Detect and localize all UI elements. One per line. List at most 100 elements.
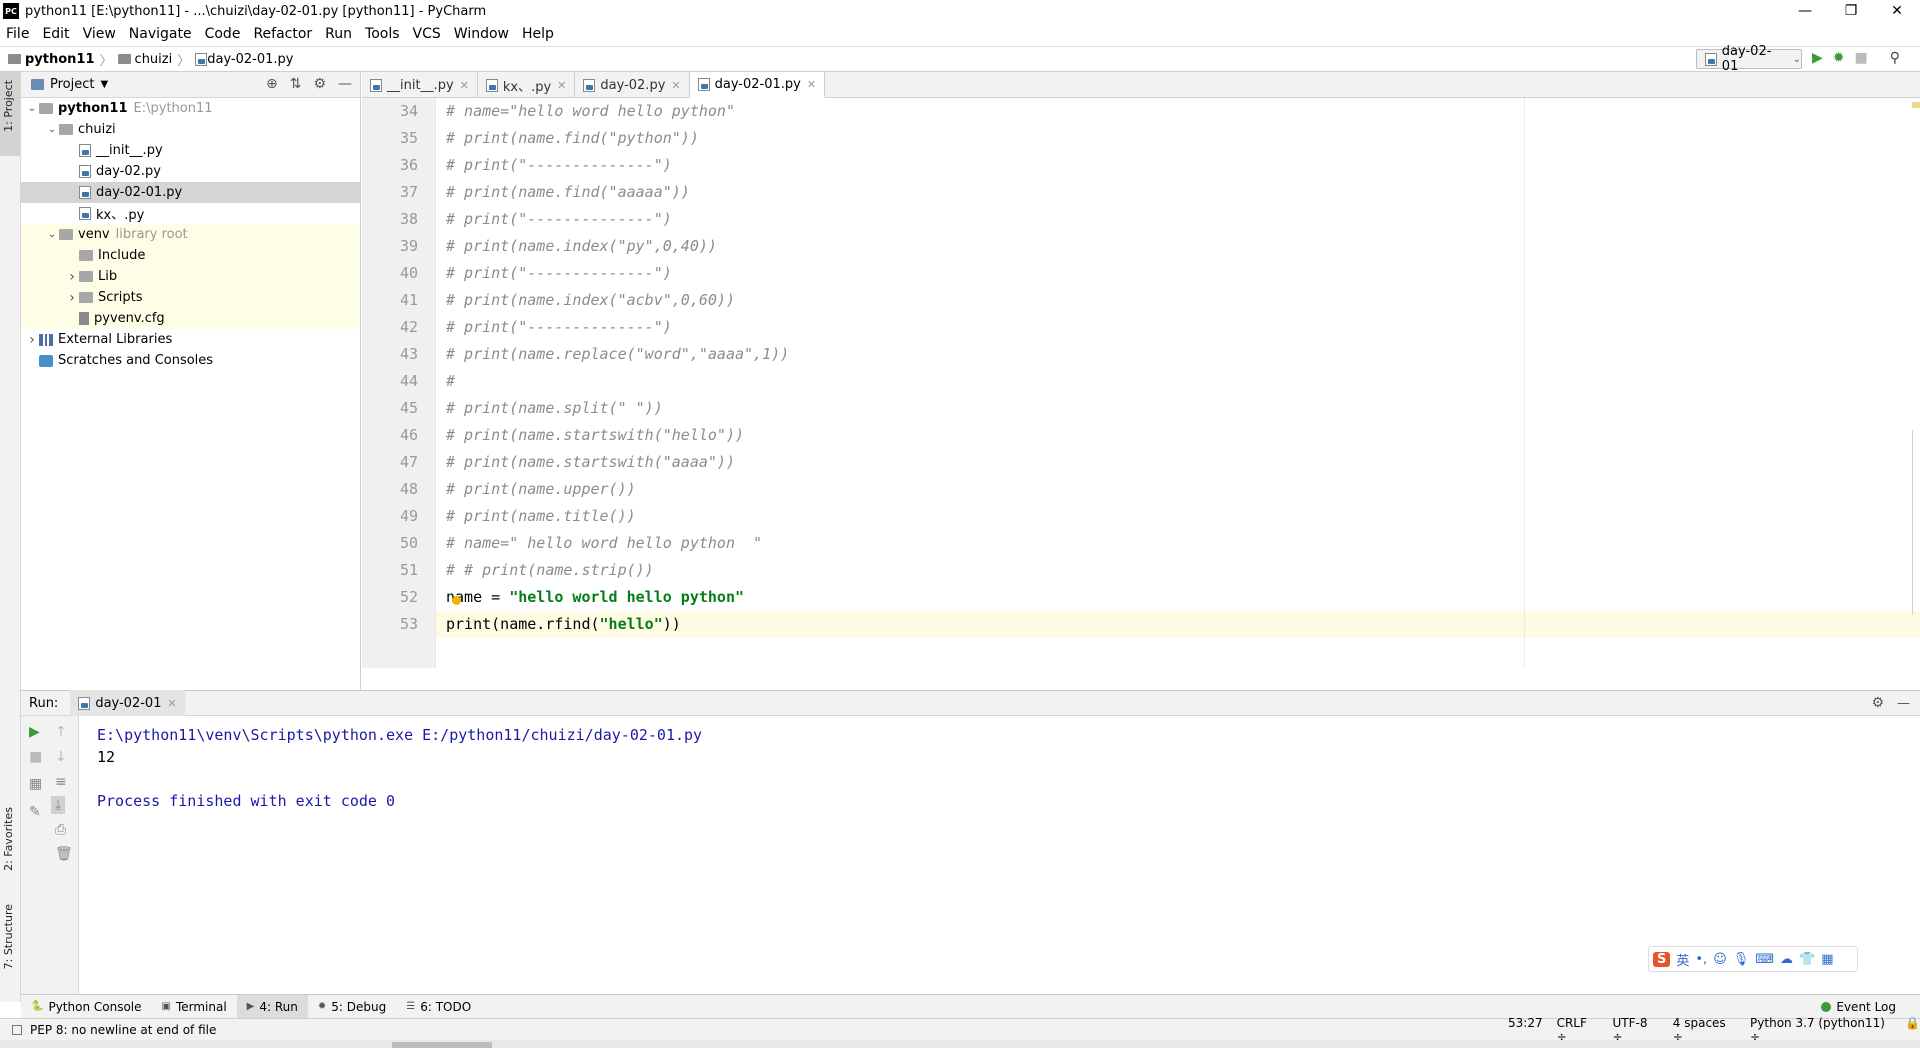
search-icon[interactable]: ⚲ [1890, 50, 1900, 66]
menu-vcs[interactable]: VCS [407, 26, 448, 42]
menu-run[interactable]: Run [319, 26, 359, 42]
code-line[interactable]: # print(name.split(" ")) [446, 395, 663, 422]
close-icon[interactable]: ✕ [557, 79, 566, 92]
project-tool-tab[interactable]: 1: Project [2, 80, 15, 132]
code-line[interactable]: # print(name.startswith("aaaa")) [446, 449, 735, 476]
hide-icon[interactable]: — [1897, 696, 1910, 711]
menu-help[interactable]: Help [516, 26, 561, 42]
tree-item[interactable]: __init__.py [21, 140, 360, 161]
status-message[interactable]: PEP 8: no newline at end of file [30, 1023, 216, 1037]
menu-window[interactable]: Window [448, 26, 516, 42]
tree-item[interactable]: ⌄ chuizi [21, 119, 360, 140]
menu-refactor[interactable]: Refactor [247, 26, 319, 42]
favorites-tool-tab[interactable]: 2: Favorites [2, 807, 15, 871]
minimize-button[interactable]: — [1782, 0, 1828, 22]
microphone-icon[interactable]: 🎙 [1733, 952, 1750, 967]
bottom-tab[interactable]: ☰ 6: TODO [396, 995, 481, 1019]
gear-icon[interactable]: ⚙ [313, 76, 326, 92]
breadcrumb-folder[interactable]: chuizi [135, 52, 173, 67]
punctuation-icon[interactable]: •, [1695, 952, 1707, 967]
collapse-all-icon[interactable]: ⇅ [290, 76, 302, 92]
arrow-down-icon[interactable]: ↓ [55, 749, 67, 765]
tree-item[interactable]: day-02-01.py [21, 182, 360, 203]
run-icon[interactable]: ▶ [1812, 50, 1823, 66]
chevron-down-icon[interactable]: ▼ [100, 79, 108, 90]
tree-item[interactable]: kx、.py [21, 203, 360, 224]
tree-item[interactable]: › Scripts [21, 287, 360, 308]
soft-wrap-icon[interactable]: ≡ [55, 774, 67, 790]
stop-icon[interactable]: ■ [1855, 50, 1868, 66]
code-line[interactable]: # print(name.index("py",0,40)) [446, 233, 717, 260]
code-line-52[interactable]: name = "hello world hello python" [446, 584, 744, 611]
trash-icon[interactable]: 🗑 [55, 846, 73, 862]
keyboard-icon[interactable]: ⌨ [1755, 952, 1774, 967]
run-configuration-select[interactable]: day-02-01 ⌄ [1696, 44, 1802, 74]
bottom-tab[interactable]: ▣ Terminal [152, 995, 237, 1019]
chevron-right-icon[interactable]: › [65, 290, 79, 306]
tree-item[interactable]: pyvenv.cfg [21, 308, 360, 329]
editor-tab[interactable]: day-02.py ✕ [575, 72, 690, 98]
menu-file[interactable]: File [0, 26, 36, 42]
code-line[interactable]: # name=" hello word hello python " [446, 530, 762, 557]
maximize-button[interactable]: ❐ [1828, 0, 1874, 22]
editor-scrollbar[interactable] [1910, 98, 1920, 668]
bottom-tab[interactable]: 🐍 Python Console [21, 995, 152, 1019]
code-line[interactable]: # print(name.startswith("hello")) [446, 422, 744, 449]
code-line[interactable]: # print("--------------") [446, 314, 672, 341]
tree-item[interactable]: Scratches and Consoles [21, 350, 360, 371]
menu-edit[interactable]: Edit [36, 26, 76, 42]
locate-icon[interactable]: ⊕ [266, 76, 278, 92]
code-line[interactable]: # print("--------------") [446, 152, 672, 179]
grid-icon[interactable]: ▦ [1821, 952, 1833, 967]
gear-icon[interactable]: ⚙ [1871, 695, 1884, 711]
chevron-right-icon[interactable]: › [25, 332, 39, 348]
layout-icon[interactable]: ▦ [29, 776, 42, 792]
warning-marker-icon[interactable] [1912, 102, 1920, 108]
code-line[interactable]: # print(name.upper()) [446, 476, 636, 503]
ime-toolbar[interactable]: S 英 •, ☺ 🎙 ⌨ ☁ 👕 ▦ [1648, 946, 1858, 972]
editor-tab[interactable]: kx、.py ✕ [478, 72, 576, 98]
event-log-button[interactable]: Event Log [1821, 1000, 1896, 1014]
horizontal-scrollbar[interactable] [0, 1040, 1920, 1048]
chevron-down-icon[interactable]: ⌄ [25, 103, 39, 114]
code-line[interactable]: # # print(name.strip()) [446, 557, 654, 584]
code-line[interactable]: # print(name.find("aaaaa")) [446, 179, 690, 206]
chevron-down-icon[interactable]: ⌄ [45, 124, 59, 135]
print-icon[interactable]: ⎙ [55, 822, 66, 838]
menu-view[interactable]: View [77, 26, 123, 42]
breadcrumb-file[interactable]: day-02-01.py [207, 52, 293, 67]
tree-item[interactable]: › External Libraries [21, 329, 360, 350]
debug-icon[interactable]: ✹ [1833, 50, 1845, 66]
code-line[interactable]: # print(name.title()) [446, 503, 636, 530]
run-console[interactable]: E:\python11\venv\Scripts\python.exe E:/p… [79, 716, 1920, 994]
close-icon[interactable]: ✕ [671, 79, 680, 92]
tree-item[interactable]: › Lib [21, 266, 360, 287]
user-icon[interactable]: ☁ [1780, 952, 1793, 967]
run-tab[interactable]: day-02-01 ✕ [70, 690, 185, 716]
chevron-right-icon[interactable]: › [65, 269, 79, 285]
rerun-icon[interactable]: ▶ [29, 724, 40, 740]
breadcrumb-project[interactable]: python11 [25, 52, 95, 67]
chevron-down-icon[interactable]: ⌄ [45, 229, 59, 240]
scrollbar-thumb[interactable] [392, 1042, 492, 1048]
menu-navigate[interactable]: Navigate [123, 26, 199, 42]
code-line[interactable]: # print(name.find("python")) [446, 125, 699, 152]
close-icon[interactable]: ✕ [167, 697, 176, 710]
intention-bulb-icon[interactable] [452, 596, 461, 605]
code-line[interactable]: # print("--------------") [446, 206, 672, 233]
tree-item[interactable]: ⌄ venv library root [21, 224, 360, 245]
close-icon[interactable]: ✕ [807, 78, 816, 91]
stop-icon[interactable]: ■ [29, 749, 42, 765]
scrollbar-thumb[interactable] [1912, 430, 1913, 615]
tree-item[interactable]: day-02.py [21, 161, 360, 182]
tree-item[interactable]: ⌄ python11 E:\python11 [21, 98, 360, 119]
code-line[interactable]: # print("--------------") [446, 260, 672, 287]
editor-tab[interactable]: __init__.py ✕ [362, 72, 478, 98]
editor-tab[interactable]: day-02-01.py ✕ [689, 72, 826, 98]
shirt-icon[interactable]: 👕 [1799, 952, 1815, 967]
code-line[interactable]: # print(name.index("acbv",0,60)) [446, 287, 735, 314]
close-icon[interactable]: ✕ [460, 79, 469, 92]
project-panel-title[interactable]: Project [50, 77, 94, 92]
bottom-tab[interactable]: ▶ 4: Run [236, 994, 308, 1019]
code-editor[interactable]: # name="hello word hello python" # print(… [436, 98, 1920, 668]
